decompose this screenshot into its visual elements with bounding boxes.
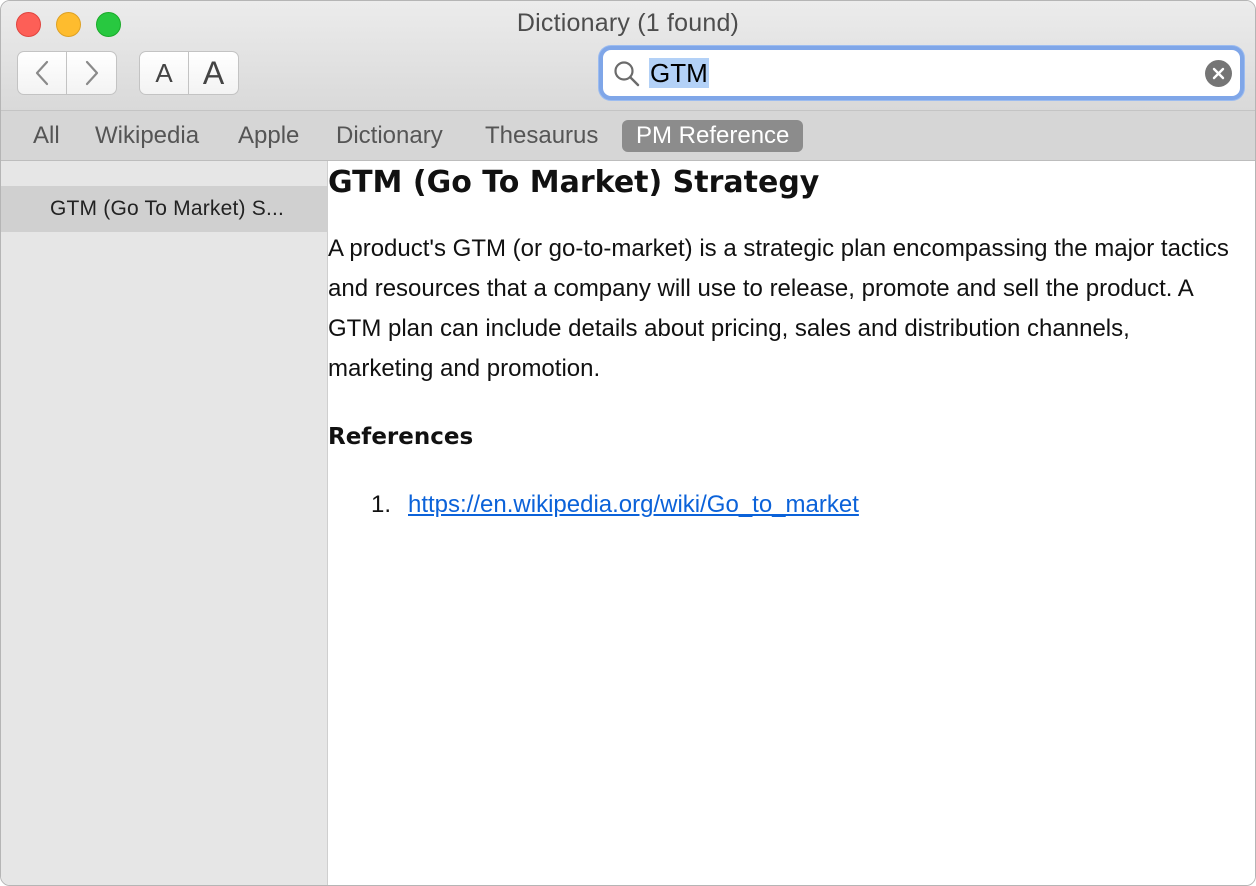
chevron-right-icon	[85, 60, 98, 86]
x-glyph-icon	[1212, 67, 1225, 80]
reference-number: 1.	[371, 491, 392, 518]
reference-link[interactable]: https://en.wikipedia.org/wiki/Go_to_mark…	[408, 491, 859, 518]
references-heading: References	[328, 424, 474, 450]
results-sidebar: GTM (Go To Market) S...	[1, 161, 328, 885]
entry-definition: A product's GTM (or go-to-market) is a s…	[328, 235, 1229, 382]
scope-tab-apple[interactable]: Apple	[224, 120, 313, 152]
title-bar: Dictionary (1 found) A A GTM	[1, 1, 1255, 111]
scope-tab-dictionary[interactable]: Dictionary	[322, 120, 457, 152]
increase-font-size-button[interactable]: A	[189, 51, 239, 95]
reference-list-item: 1. https://en.wikipedia.org/wiki/Go_to_ma…	[371, 491, 859, 519]
source-scope-bar: All Wikipedia Apple Dictionary Thesaurus…	[1, 111, 1255, 161]
navigation-buttons	[17, 51, 117, 95]
result-list-item[interactable]: GTM (Go To Market) S...	[1, 186, 327, 232]
window-title: Dictionary (1 found)	[516, 9, 740, 37]
dictionary-window: Dictionary (1 found) A A GTM All Wikiped…	[0, 0, 1256, 886]
search-query-text: GTM	[649, 58, 709, 88]
magnifier-icon	[614, 61, 640, 87]
scope-tab-all[interactable]: All	[19, 120, 74, 152]
entry-title: GTM (Go To Market) Strategy	[328, 165, 820, 200]
scope-tab-thesaurus[interactable]: Thesaurus	[471, 120, 612, 152]
search-field[interactable]: GTM	[599, 46, 1244, 100]
forward-button[interactable]	[67, 51, 117, 95]
chevron-left-icon	[35, 60, 49, 86]
search-input[interactable]: GTM	[649, 56, 1189, 90]
clear-x-icon[interactable]	[1205, 60, 1232, 87]
decrease-font-size-button[interactable]: A	[139, 51, 189, 95]
entry-content: GTM (Go To Market) Strategy A product's …	[328, 161, 1255, 885]
back-button[interactable]	[17, 51, 67, 95]
font-size-buttons: A A	[139, 51, 239, 95]
scope-tab-pm-reference[interactable]: PM Reference	[622, 120, 804, 152]
scope-tab-wikipedia[interactable]: Wikipedia	[81, 120, 213, 152]
